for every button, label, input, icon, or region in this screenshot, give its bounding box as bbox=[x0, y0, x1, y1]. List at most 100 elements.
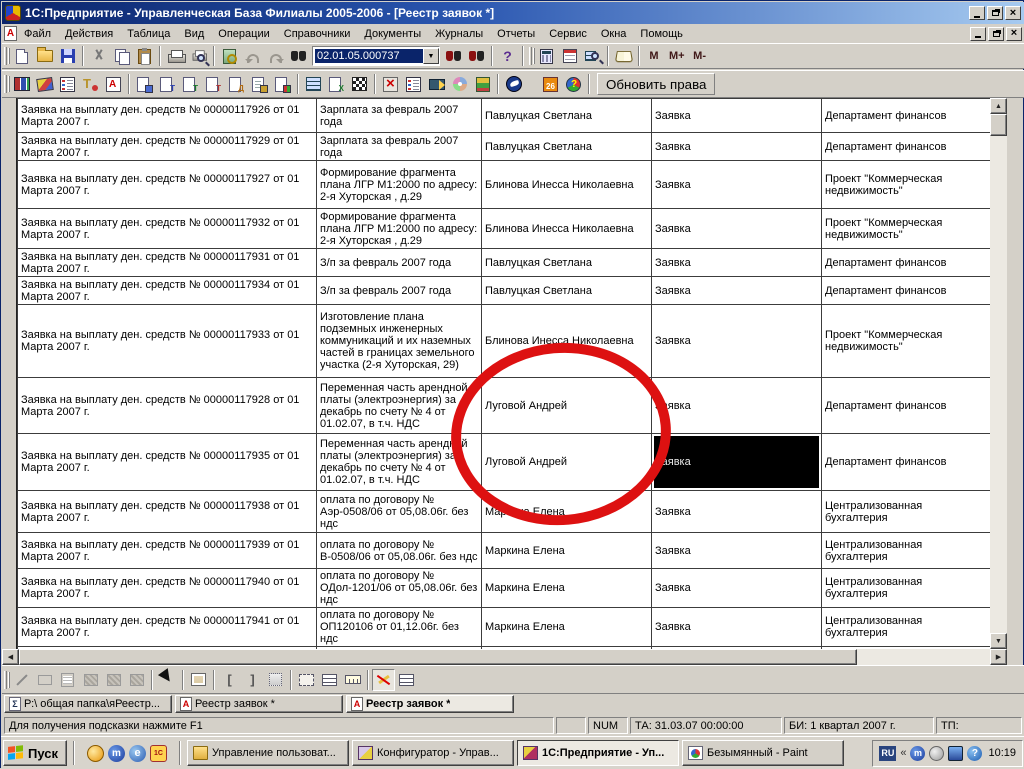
calendar-button[interactable] bbox=[558, 45, 581, 67]
find-button[interactable] bbox=[287, 45, 310, 67]
table-row[interactable]: Заявка на выплату ден. средств № 0000011… bbox=[18, 249, 991, 277]
doc-t2-button[interactable]: T bbox=[179, 73, 202, 95]
paste-button[interactable] bbox=[133, 45, 156, 67]
table-row[interactable]: Заявка на выплату ден. средств № 0000011… bbox=[18, 277, 991, 305]
table-cell[interactable]: Формирование фрагмента плана ЛГР М1:2000… bbox=[317, 161, 482, 209]
redo-button[interactable] bbox=[264, 45, 287, 67]
save-exit-button[interactable] bbox=[379, 73, 402, 95]
insert-picture-button[interactable] bbox=[79, 669, 102, 691]
table-cell[interactable]: Блинова Инесса Николаевна bbox=[482, 161, 652, 209]
table-cell[interactable]: Заявка bbox=[652, 99, 822, 133]
collapse-tray-icon[interactable]: « bbox=[900, 747, 906, 759]
section-close-button[interactable]: ] bbox=[241, 669, 264, 691]
mdi-close-button[interactable]: × bbox=[1006, 27, 1022, 41]
doc-t3-button[interactable]: T bbox=[202, 73, 225, 95]
quick-launch-1c-icon[interactable]: 1С bbox=[150, 745, 167, 762]
constants-button[interactable] bbox=[33, 73, 56, 95]
print-preview-button[interactable] bbox=[187, 45, 210, 67]
table-cell[interactable]: Заявка bbox=[652, 608, 822, 647]
table-cell[interactable]: Переменная часть арендной платы (электро… bbox=[317, 434, 482, 491]
table-cell[interactable]: оплата по договору № ОДол-1201/06 от 05,… bbox=[317, 569, 482, 608]
doc-chart-button[interactable] bbox=[271, 73, 294, 95]
quick-launch-m-icon[interactable]: m bbox=[108, 745, 125, 762]
edit-lock-button[interactable] bbox=[372, 669, 395, 691]
memory-subtract-button[interactable]: M- bbox=[689, 46, 711, 66]
scroll-right-icon[interactable]: ▶ bbox=[990, 649, 1007, 665]
table-excel-button[interactable]: X bbox=[325, 73, 348, 95]
table-row[interactable]: Заявка на выплату ден. средств № 0000011… bbox=[18, 491, 991, 533]
table-cell[interactable]: Маркина Елена bbox=[482, 608, 652, 647]
find-previous-button[interactable] bbox=[465, 45, 488, 67]
sections-button[interactable] bbox=[264, 669, 287, 691]
update-rights-button[interactable]: Обновить права bbox=[597, 73, 715, 95]
doc-d-button[interactable]: Д bbox=[225, 73, 248, 95]
open-button[interactable] bbox=[33, 45, 56, 67]
table-cell[interactable]: Централизованная бухгалтерия bbox=[822, 569, 991, 608]
table-cell[interactable]: Заявка на выплату ден. средств № 0000011… bbox=[18, 434, 317, 491]
table-cell[interactable]: Заявка bbox=[652, 378, 822, 434]
doc-table-button[interactable] bbox=[133, 73, 156, 95]
description-button[interactable] bbox=[612, 45, 635, 67]
calendar-date-button[interactable]: 26 bbox=[539, 73, 562, 95]
frame-button[interactable] bbox=[187, 669, 210, 691]
table-cell[interactable]: Централизованная бухгалтерия bbox=[822, 608, 991, 647]
table-cell[interactable]: Централизованная бухгалтерия bbox=[822, 491, 991, 533]
accounts-button[interactable] bbox=[10, 73, 33, 95]
table-cell[interactable]: Павлуцкая Светлана bbox=[482, 99, 652, 133]
table-row[interactable]: Заявка на выплату ден. средств № 0000011… bbox=[18, 378, 991, 434]
table-cell[interactable]: Заявка bbox=[652, 277, 822, 305]
menu-item[interactable]: Журналы bbox=[428, 26, 490, 42]
save-button[interactable] bbox=[56, 45, 79, 67]
monitor-button[interactable] bbox=[218, 45, 241, 67]
table-row[interactable]: Заявка на выплату ден. средств № 0000011… bbox=[18, 99, 991, 133]
table-row[interactable]: Заявка на выплату ден. средств № 0000011… bbox=[18, 305, 991, 378]
taskbar-button[interactable]: Конфигуратор - Управ... bbox=[352, 740, 514, 766]
new-button[interactable] bbox=[10, 45, 33, 67]
quick-launch-clock-icon[interactable] bbox=[87, 745, 104, 762]
table-cell[interactable]: Заявка bbox=[652, 209, 822, 249]
toolbar-grip[interactable] bbox=[4, 671, 7, 689]
draw-text-button[interactable] bbox=[56, 669, 79, 691]
table-cell[interactable]: Заявка на выплату ден. средств № 0000011… bbox=[18, 209, 317, 249]
mdi-tab[interactable]: АРеестр заявок * bbox=[175, 695, 343, 713]
user-filter-button[interactable] bbox=[79, 73, 102, 95]
table-cell[interactable]: Заявка на выплату ден. средств № 0000011… bbox=[18, 491, 317, 533]
cut-button[interactable] bbox=[87, 45, 110, 67]
taskbar-button[interactable]: Безымянный - Paint bbox=[682, 740, 844, 766]
table-cell[interactable]: Заявка на выплату ден. средств № 0000011… bbox=[18, 533, 317, 569]
value-combobox[interactable]: 02.01.05.000737 ▼ bbox=[312, 46, 440, 66]
table-cell[interactable]: Зарплата за февраль 2007 года bbox=[317, 99, 482, 133]
pie-report-button[interactable] bbox=[562, 73, 585, 95]
table-cell[interactable]: Департамент финансов bbox=[822, 378, 991, 434]
menu-item[interactable]: Таблица bbox=[120, 26, 177, 42]
help-button[interactable]: ? bbox=[496, 45, 519, 67]
undo-button[interactable] bbox=[241, 45, 264, 67]
table-cell[interactable]: Заявка bbox=[652, 491, 822, 533]
table-cell[interactable]: Заявка на выплату ден. средств № 0000011… bbox=[18, 99, 317, 133]
document-icon[interactable]: А bbox=[4, 26, 17, 41]
table-cell[interactable]: Луговой Андрей bbox=[482, 434, 652, 491]
taskbar-button[interactable]: Управление пользоват... bbox=[187, 740, 349, 766]
menu-item[interactable]: Отчеты bbox=[490, 26, 542, 42]
cd-button[interactable] bbox=[448, 73, 471, 95]
scroll-up-icon[interactable]: ▲ bbox=[990, 98, 1007, 114]
find-next-button[interactable] bbox=[442, 45, 465, 67]
table-cell[interactable]: Заявка на выплату ден. средств № 0000011… bbox=[18, 608, 317, 647]
tray-help-icon[interactable]: ? bbox=[967, 746, 982, 761]
start-button[interactable]: Пуск bbox=[3, 740, 67, 766]
table-cell[interactable]: Изготовление плана подземных инженерных … bbox=[317, 305, 482, 378]
print-form-button[interactable] bbox=[102, 73, 125, 95]
mdi-minimize-button[interactable] bbox=[970, 27, 986, 41]
table-cell[interactable]: Централизованная бухгалтерия bbox=[822, 533, 991, 569]
menu-item[interactable]: Документы bbox=[357, 26, 428, 42]
table-cell[interactable]: Павлуцкая Светлана bbox=[482, 133, 652, 161]
status-button[interactable] bbox=[471, 73, 494, 95]
table-blue-button[interactable] bbox=[302, 73, 325, 95]
table-cell[interactable]: Заявка bbox=[652, 249, 822, 277]
vertical-scrollbar[interactable]: ▲ ▼ bbox=[990, 98, 1007, 649]
print-button[interactable] bbox=[164, 45, 187, 67]
table-cell[interactable]: Павлуцкая Светлана bbox=[482, 249, 652, 277]
table-cell[interactable]: Заявка bbox=[652, 133, 822, 161]
menu-item[interactable]: Вид bbox=[177, 26, 211, 42]
table-cell[interactable]: Павлуцкая Светлана bbox=[482, 277, 652, 305]
